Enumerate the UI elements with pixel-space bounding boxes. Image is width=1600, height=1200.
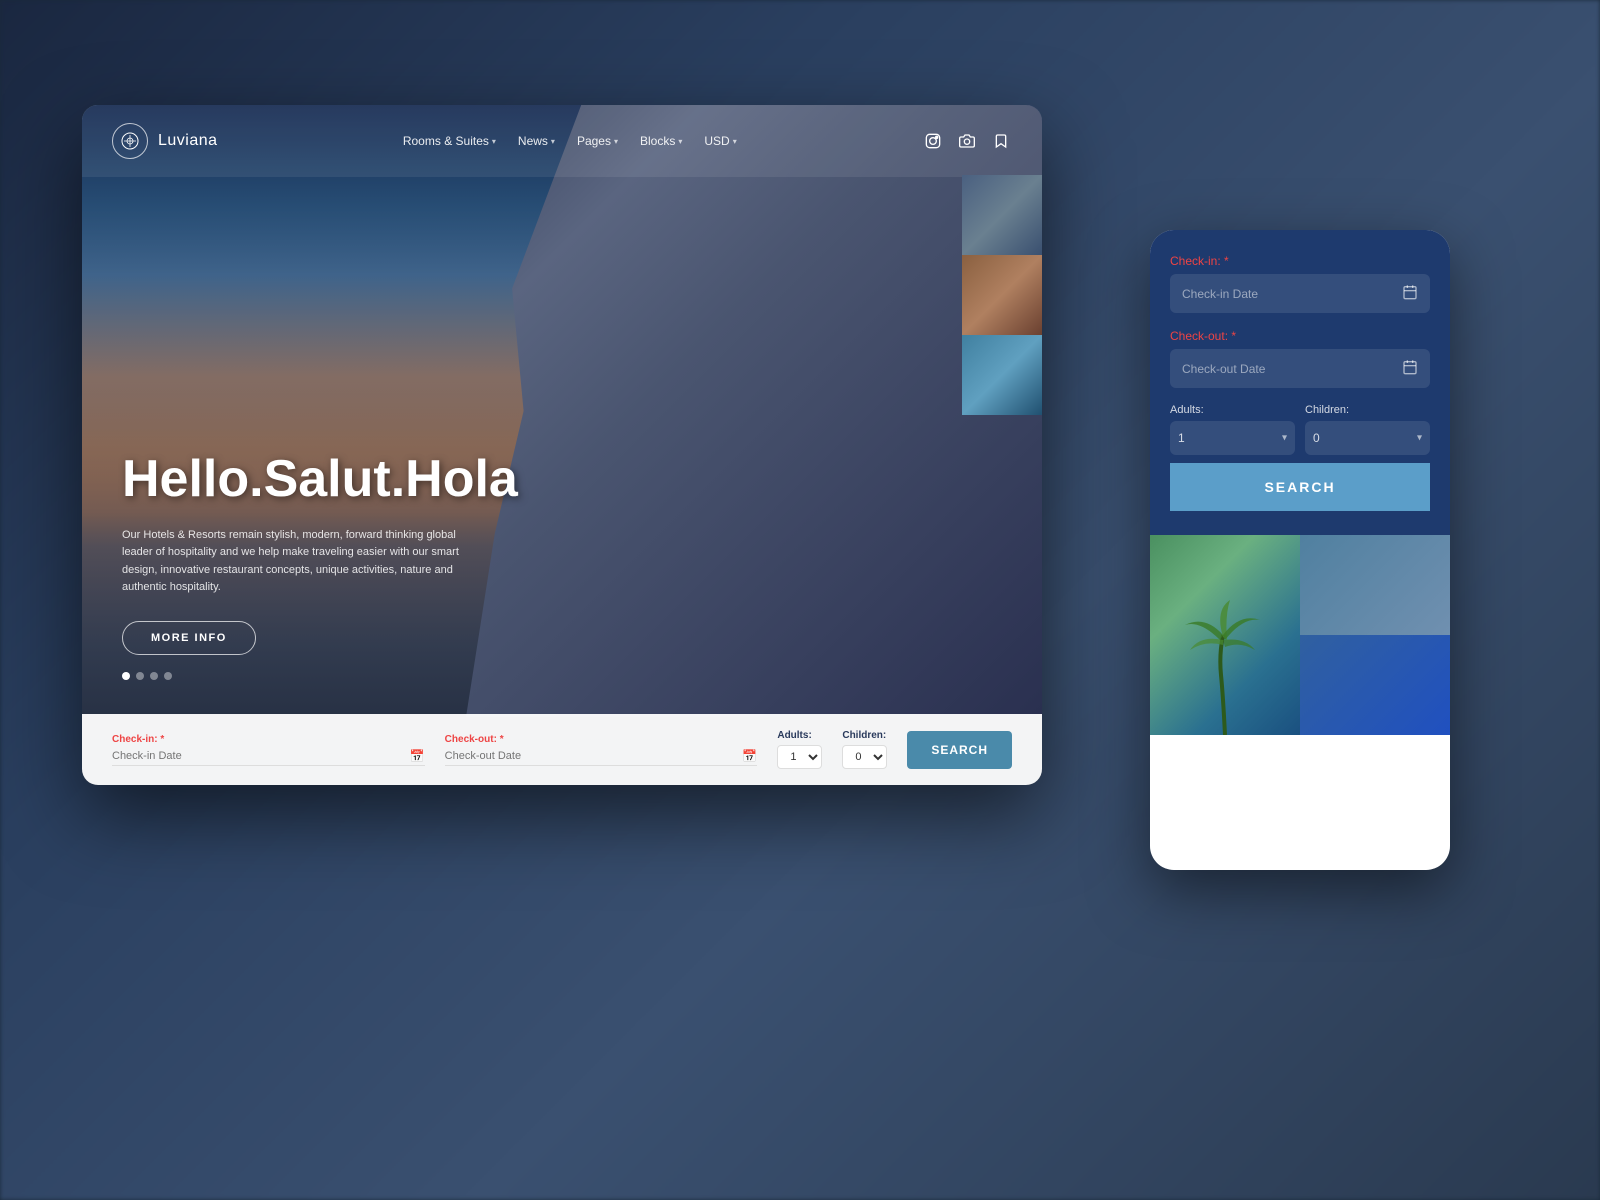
mobile-checkout-placeholder: Check-out Date [1182, 362, 1265, 376]
bookmark-icon[interactable] [990, 130, 1012, 152]
calendar-icon: 📅 [410, 749, 425, 763]
mobile-children-select[interactable]: 0 1 2 [1305, 421, 1430, 455]
thumbnail-1[interactable] [962, 175, 1042, 255]
chevron-down-icon: ▾ [551, 137, 555, 146]
camera-icon[interactable] [956, 130, 978, 152]
checkin-input[interactable] [112, 750, 410, 762]
mobile-mockup: Check-in: * Check-in Date Check-out: * [1150, 230, 1450, 870]
children-select[interactable]: 0 1 2 3 [842, 745, 887, 769]
checkin-label: Check-in: * [112, 734, 425, 745]
navbar: Luviana Rooms & Suites ▾ News ▾ Pages ▾ … [82, 105, 1042, 177]
children-field: Children: 0 1 2 3 [842, 730, 887, 769]
mobile-checkin-label: Check-in: * [1170, 254, 1430, 268]
adults-field: Adults: 1 2 3 4 [777, 730, 822, 769]
nav-item-rooms[interactable]: Rooms & Suites ▾ [395, 130, 504, 152]
adults-select[interactable]: 1 2 3 4 [777, 745, 822, 769]
chevron-down-icon: ▾ [733, 137, 737, 146]
mobile-calendar-icon-2 [1402, 359, 1418, 378]
chevron-down-icon: ▾ [678, 137, 682, 146]
logo-area: Luviana [112, 123, 218, 159]
cliff-silhouette [466, 105, 1042, 717]
carousel-dot-1[interactable] [122, 672, 130, 680]
desktop-mockup: Luviana Rooms & Suites ▾ News ▾ Pages ▾ … [82, 105, 1042, 785]
mobile-adults-select[interactable]: 1 2 3 [1170, 421, 1295, 455]
nav-item-currency[interactable]: USD ▾ [696, 130, 744, 152]
mobile-calendar-icon [1402, 284, 1418, 303]
mobile-checkout-input-wrapper[interactable]: Check-out Date [1170, 349, 1430, 388]
mobile-gallery-image-1 [1150, 535, 1300, 735]
nav-links: Rooms & Suites ▾ News ▾ Pages ▾ Blocks ▾… [395, 130, 745, 152]
mobile-booking-form: Check-in: * Check-in Date Check-out: * [1150, 230, 1450, 535]
mobile-checkin-placeholder: Check-in Date [1182, 287, 1258, 301]
hero-title: Hello.Salut.Hola [122, 451, 518, 508]
nav-social-icons [922, 130, 1012, 152]
carousel-dot-4[interactable] [164, 672, 172, 680]
search-button[interactable]: SEARCH [907, 731, 1012, 769]
checkin-input-row: 📅 [112, 749, 425, 766]
more-info-button[interactable]: MORE INFO [122, 621, 256, 655]
mobile-guests-row: Adults: 1 2 3 Children: 0 1 2 [1170, 404, 1430, 455]
instagram-icon[interactable] [922, 130, 944, 152]
carousel-dots [122, 672, 172, 680]
calendar-icon: 📅 [742, 749, 757, 763]
logo-icon [112, 123, 148, 159]
hero-content: Hello.Salut.Hola Our Hotels & Resorts re… [122, 451, 518, 655]
hero-description: Our Hotels & Resorts remain stylish, mod… [122, 527, 482, 597]
checkout-input-row: 📅 [445, 749, 758, 766]
adults-label: Adults: [777, 730, 822, 741]
mobile-checkout-label: Check-out: * [1170, 329, 1430, 343]
mobile-checkin-field: Check-in: * Check-in Date [1170, 254, 1430, 313]
checkin-field: Check-in: * 📅 [112, 734, 425, 766]
thumbnail-2[interactable] [962, 255, 1042, 335]
mobile-gallery [1150, 535, 1450, 735]
nav-item-blocks[interactable]: Blocks ▾ [632, 130, 690, 152]
mobile-gallery-image-3 [1300, 635, 1450, 735]
search-bar: Check-in: * 📅 Check-out: * 📅 [82, 714, 1042, 785]
thumbnail-3[interactable] [962, 335, 1042, 415]
mobile-adults-wrapper: 1 2 3 [1170, 421, 1295, 455]
children-label: Children: [842, 730, 887, 741]
chevron-down-icon: ▾ [614, 137, 618, 146]
checkout-field: Check-out: * 📅 [445, 734, 758, 766]
checkout-label: Check-out: * [445, 734, 758, 745]
mobile-adults-group: Adults: 1 2 3 [1170, 404, 1295, 455]
nav-item-news[interactable]: News ▾ [510, 130, 563, 152]
guests-section: Adults: 1 2 3 4 Children: 0 1 2 3 [777, 730, 887, 769]
nav-item-pages[interactable]: Pages ▾ [569, 130, 626, 152]
mobile-children-wrapper: 0 1 2 [1305, 421, 1430, 455]
carousel-dot-3[interactable] [150, 672, 158, 680]
thumbnail-strip [962, 175, 1042, 415]
mobile-search-button[interactable]: SEARCH [1170, 463, 1430, 511]
carousel-dot-2[interactable] [136, 672, 144, 680]
mobile-checkin-input-wrapper[interactable]: Check-in Date [1170, 274, 1430, 313]
hero-section: Luviana Rooms & Suites ▾ News ▾ Pages ▾ … [82, 105, 1042, 785]
chevron-down-icon: ▾ [492, 137, 496, 146]
brand-name: Luviana [158, 132, 218, 150]
mobile-gallery-image-2 [1300, 535, 1450, 635]
mobile-children-label: Children: [1305, 404, 1430, 416]
checkout-input[interactable] [445, 750, 743, 762]
mobile-children-group: Children: 0 1 2 [1305, 404, 1430, 455]
mobile-checkout-field: Check-out: * Check-out Date [1170, 329, 1430, 388]
mobile-adults-label: Adults: [1170, 404, 1295, 416]
